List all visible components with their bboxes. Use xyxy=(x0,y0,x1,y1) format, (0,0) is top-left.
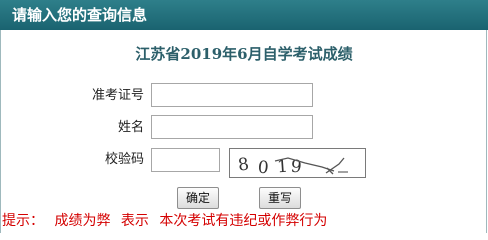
header-bar: 请输入您的查询信息 xyxy=(0,0,488,30)
notice-status: 成绩为弊 xyxy=(54,213,111,229)
notice-text: 本次考试有违纪或作弊行为 xyxy=(159,213,328,229)
name-input[interactable] xyxy=(151,115,313,139)
captcha-input[interactable] xyxy=(151,148,220,172)
exam-id-input[interactable] xyxy=(151,83,313,107)
notice-line: 提示： 成绩为弊 表示 本次考试有违纪或作弊行为 xyxy=(2,212,333,230)
captcha-label: 校验码 xyxy=(104,152,144,167)
name-label: 姓名 xyxy=(117,120,144,135)
svg-text:0: 0 xyxy=(257,158,270,179)
svg-text:8: 8 xyxy=(237,154,251,175)
captcha-graphic: 8 0 1 9 xyxy=(237,154,348,179)
exam-id-label: 准考证号 xyxy=(91,88,144,103)
notice-meaning: 表示 xyxy=(120,213,149,229)
reset-button[interactable]: 重写 xyxy=(259,187,301,209)
captcha-image[interactable]: 8 0 1 9 xyxy=(229,148,366,178)
exam-title: 江苏省2019年6月自学考试成绩 xyxy=(135,45,353,63)
header-title: 请输入您的查询信息 xyxy=(12,6,148,24)
submit-button[interactable]: 确定 xyxy=(177,187,219,209)
notice-prefix: 提示： xyxy=(2,213,44,229)
